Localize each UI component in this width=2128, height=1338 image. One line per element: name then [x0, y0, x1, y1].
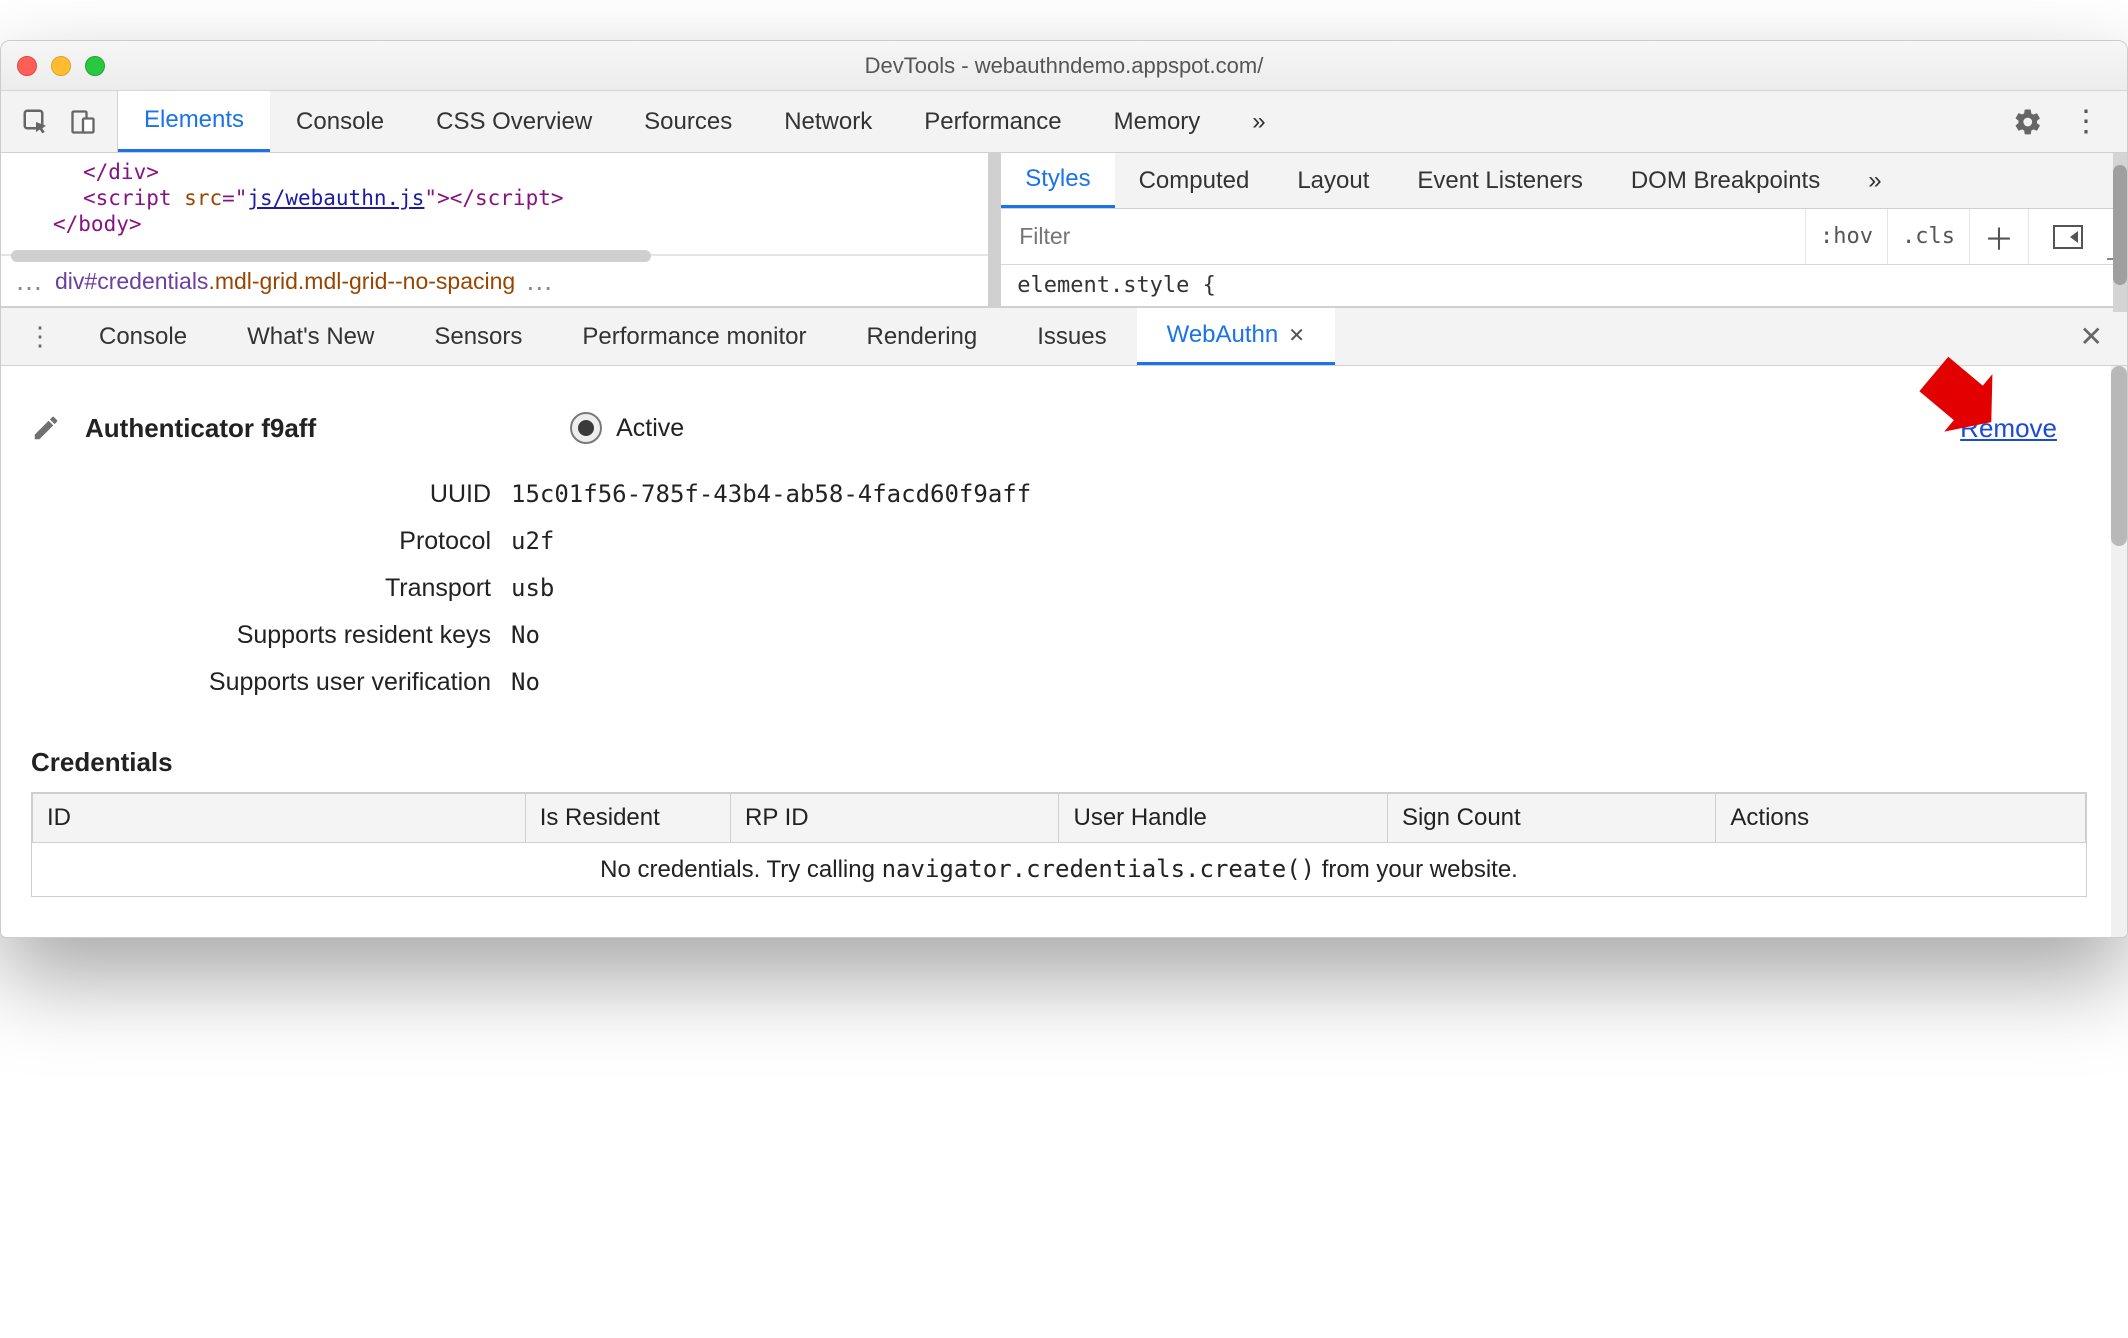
styles-tab-layout[interactable]: Layout [1273, 153, 1393, 208]
window-titlebar: DevTools - webauthndemo.appspot.com/ [1, 41, 2127, 91]
elements-styles-row: </div> <script src="js/webauthn.js"></sc… [1, 153, 2127, 307]
prop-uv-label: Supports user verification [31, 668, 511, 697]
window-title: DevTools - webauthndemo.appspot.com/ [1, 53, 2127, 79]
prop-rk-value: No [511, 621, 2117, 650]
styles-tab-styles[interactable]: Styles [1001, 153, 1114, 208]
drawer-tab-whatsnew[interactable]: What's New [217, 308, 404, 365]
code-text: src [184, 186, 222, 210]
code-text: < [83, 186, 96, 210]
script-src-link[interactable]: js/webauthn.js [247, 186, 424, 210]
drawer-tab-console[interactable]: Console [69, 308, 217, 365]
prop-transport-label: Transport [31, 574, 511, 603]
elements-vertical-scrollbar[interactable] [988, 153, 1000, 306]
new-style-rule-icon[interactable]: ＋ [1969, 209, 2028, 264]
cls-toggle[interactable]: .cls [1887, 209, 1969, 264]
drawer-tab-webauthn[interactable]: WebAuthn ✕ [1137, 308, 1335, 365]
empty-text-pre: No credentials. Try calling [600, 856, 881, 883]
drawer-scrollbar-thumb[interactable] [2111, 366, 2127, 546]
prop-protocol-value: u2f [511, 527, 2117, 556]
code-text: script [96, 186, 172, 210]
styles-tab-dom-breakpoints[interactable]: DOM Breakpoints [1607, 153, 1844, 208]
tab-memory[interactable]: Memory [1088, 91, 1227, 152]
drawer-tab-issues[interactable]: Issues [1007, 308, 1136, 365]
drawer-kebab-icon[interactable]: ⋮ [11, 321, 69, 352]
drawer-tab-sensors[interactable]: Sensors [404, 308, 552, 365]
credentials-table: ID Is Resident RP ID User Handle Sign Co… [31, 792, 2087, 897]
tab-elements[interactable]: Elements [118, 91, 270, 152]
drawer: ⋮ Console What's New Sensors Performance… [1, 307, 2127, 937]
styles-tab-event-listeners[interactable]: Event Listeners [1393, 153, 1606, 208]
drawer-tab-webauthn-label: WebAuthn [1167, 321, 1279, 349]
styles-pane: Styles Computed Layout Event Listeners D… [1000, 153, 2127, 306]
authenticator-header: Authenticator f9aff Active Remove [31, 412, 2117, 444]
drawer-tabs: ⋮ Console What's New Sensors Performance… [1, 308, 2127, 366]
prop-uuid-label: UUID [31, 480, 511, 509]
breadcrumb-classes: .mdl-grid.mdl-grid--no-spacing [208, 268, 515, 294]
close-tab-icon[interactable]: ✕ [1288, 323, 1305, 348]
elements-pane[interactable]: </div> <script src="js/webauthn.js"></sc… [1, 153, 1000, 306]
edit-pencil-icon[interactable] [31, 413, 61, 443]
computed-sidebar-toggle-icon[interactable] [2028, 209, 2107, 264]
tab-sources[interactable]: Sources [618, 91, 758, 152]
code-text: script [475, 186, 551, 210]
breadcrumb-id: #credentials [84, 268, 208, 294]
prop-rk-label: Supports resident keys [31, 621, 511, 650]
device-toolbar-icon[interactable] [69, 108, 97, 136]
code-text: "></ [424, 186, 475, 210]
styles-scrollbar-thumb[interactable] [2113, 165, 2127, 285]
drawer-tab-rendering[interactable]: Rendering [836, 308, 1007, 365]
code-text: </body> [53, 212, 142, 236]
col-userhandle[interactable]: User Handle [1059, 794, 1387, 843]
inspect-element-icon[interactable] [21, 107, 51, 137]
styles-tab-computed[interactable]: Computed [1115, 153, 1274, 208]
elements-horizontal-scrollbar[interactable] [11, 250, 651, 262]
col-rpid[interactable]: RP ID [731, 794, 1059, 843]
annotation-arrow-icon [1907, 354, 1997, 450]
breadcrumb-tag: div [55, 268, 84, 294]
col-actions[interactable]: Actions [1716, 794, 2086, 843]
col-isresident[interactable]: Is Resident [525, 794, 730, 843]
main-tabs-overflow[interactable]: » [1226, 91, 1291, 152]
authenticator-title: Authenticator f9aff [85, 413, 316, 444]
breadcrumb-more-right[interactable]: … [525, 265, 555, 297]
authenticator-properties: UUID 15c01f56-785f-43b4-ab58-4facd60f9af… [31, 480, 2117, 697]
code-text: </div> [83, 160, 159, 184]
element-style-rule[interactable]: element.style { [1017, 273, 1216, 298]
credentials-empty-row: No credentials. Try calling navigator.cr… [33, 843, 2086, 897]
tab-css-overview[interactable]: CSS Overview [410, 91, 618, 152]
prop-uv-value: No [511, 668, 2117, 697]
breadcrumb-more-left[interactable]: … [15, 265, 45, 297]
kebab-menu-icon[interactable]: ⋮ [2071, 104, 2101, 139]
tab-console[interactable]: Console [270, 91, 410, 152]
devtools-window: DevTools - webauthndemo.appspot.com/ Ele… [0, 40, 2128, 938]
code-text: =" [222, 186, 247, 210]
webauthn-panel: Authenticator f9aff Active Remove UUID 1… [1, 366, 2127, 937]
prop-uuid-value: 15c01f56-785f-43b4-ab58-4facd60f9aff [511, 480, 2117, 509]
styles-filter-input[interactable] [1001, 209, 1805, 264]
styles-tabs-overflow[interactable]: » [1844, 153, 1905, 208]
active-radio-label: Active [616, 414, 684, 443]
active-radio[interactable] [570, 412, 602, 444]
prop-transport-value: usb [511, 574, 2117, 603]
prop-protocol-label: Protocol [31, 527, 511, 556]
hov-toggle[interactable]: :hov [1805, 209, 1887, 264]
settings-gear-icon[interactable] [2013, 107, 2043, 137]
tab-performance[interactable]: Performance [898, 91, 1087, 152]
main-tabstrip: Elements Console CSS Overview Sources Ne… [1, 91, 2127, 153]
empty-text-post: from your website. [1315, 856, 1518, 883]
credentials-heading: Credentials [31, 747, 2117, 778]
empty-text-code: navigator.credentials.create() [882, 855, 1315, 883]
col-signcount[interactable]: Sign Count [1387, 794, 1715, 843]
code-text: > [551, 186, 564, 210]
drawer-close-icon[interactable]: ✕ [2066, 320, 2117, 353]
drawer-tab-perfmon[interactable]: Performance monitor [552, 308, 836, 365]
tab-network[interactable]: Network [758, 91, 898, 152]
col-id[interactable]: ID [33, 794, 526, 843]
